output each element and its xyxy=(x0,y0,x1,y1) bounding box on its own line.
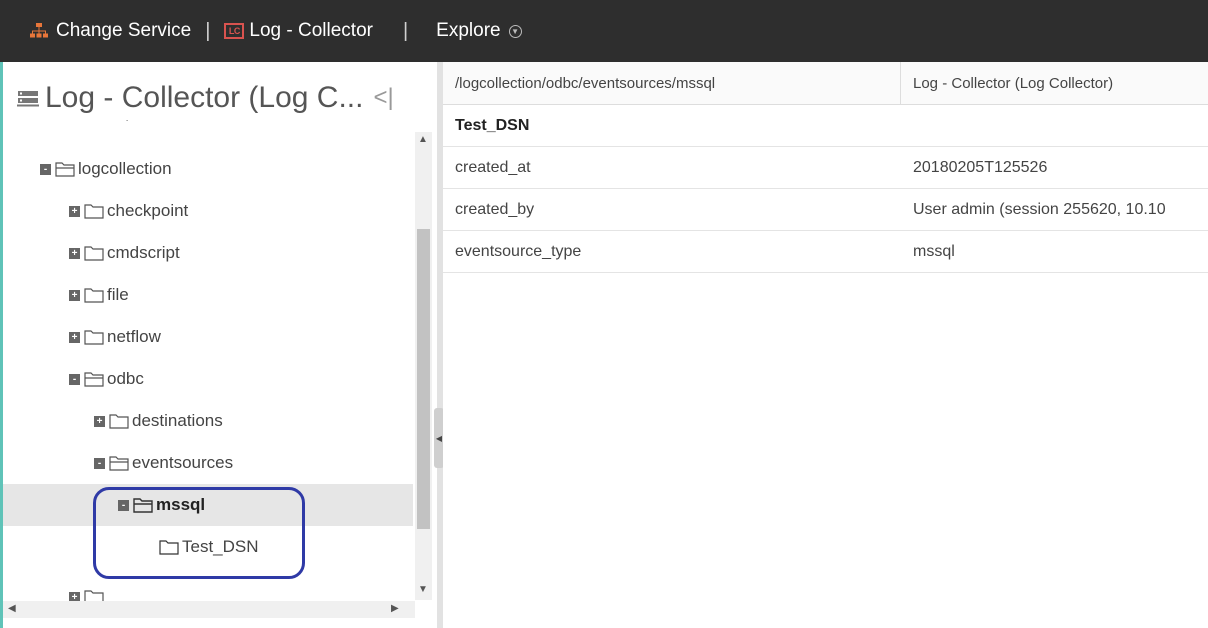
tree-node-destinations[interactable]: + destinations xyxy=(3,400,413,442)
expand-icon[interactable]: + xyxy=(69,247,80,259)
folder-closed-icon xyxy=(84,287,104,303)
tree-node-label: eventsources xyxy=(132,453,234,472)
tree-node-label: cmdscript xyxy=(107,243,180,262)
scroll-down-arrow-icon[interactable]: ▼ xyxy=(418,584,428,595)
collapse-icon[interactable]: - xyxy=(118,499,129,511)
expand-icon[interactable]: + xyxy=(69,205,80,217)
tree-node-netflow[interactable]: + netflow xyxy=(3,316,413,358)
property-value: 20180205T125526 xyxy=(913,158,1048,176)
folder-closed-icon xyxy=(84,203,104,219)
property-row[interactable]: created_by User admin (session 255620, 1… xyxy=(443,189,1208,231)
separator: | xyxy=(205,19,211,42)
explore-label: Explore xyxy=(436,20,501,41)
collapse-icon[interactable]: - xyxy=(94,457,105,469)
tree-node-label: mssql xyxy=(156,495,206,514)
expand-icon[interactable]: + xyxy=(94,415,105,427)
tree-node-partial[interactable]: + xyxy=(3,576,413,602)
property-key: created_at xyxy=(455,158,531,176)
tree-node-label: netflow xyxy=(107,327,161,346)
chevron-left-icon: ◀ xyxy=(435,433,443,443)
change-service-label: Change Service xyxy=(56,20,192,41)
separator: | xyxy=(402,19,409,42)
folder-closed-icon xyxy=(159,539,179,555)
property-key: eventsource_type xyxy=(455,242,582,260)
tree-vertical-scrollbar[interactable]: ▲ ▼ xyxy=(415,132,432,600)
service-column-header: Log - Collector (Log Collector) xyxy=(901,62,1208,105)
property-row[interactable]: created_at 20180205T125526 xyxy=(443,147,1208,189)
scrollbar-thumb[interactable] xyxy=(417,229,430,529)
tree-node-cmdscript[interactable]: + cmdscript xyxy=(3,232,413,274)
tree-node-eventsources[interactable]: - eventsources xyxy=(3,442,413,484)
tree-node-mssql[interactable]: - mssql xyxy=(3,484,413,526)
server-icon xyxy=(17,89,39,107)
property-row[interactable]: eventsource_type mssql xyxy=(443,231,1208,273)
network-icon xyxy=(30,23,48,39)
property-key: created_by xyxy=(455,200,535,218)
scroll-up-arrow-icon[interactable]: ▲ xyxy=(418,134,428,145)
property-value: User admin (session 255620, 10.10 xyxy=(913,200,1166,218)
log-collector-label: Log - Collector xyxy=(249,20,373,41)
property-value: mssql xyxy=(913,242,955,260)
tree-node-test-dsn[interactable]: Test_DSN xyxy=(3,526,413,568)
top-toolbar: Change Service | LC Log - Collector | Ex… xyxy=(0,0,1208,62)
tree-node-odbc[interactable]: - odbc xyxy=(3,358,413,400)
folder-closed-icon xyxy=(109,413,129,429)
tree-node-label: checkpoint xyxy=(107,201,189,220)
collapse-panel-button[interactable]: <| xyxy=(373,84,393,112)
folder-closed-icon xyxy=(84,329,104,345)
collapse-icon[interactable]: - xyxy=(40,163,51,175)
change-service-button[interactable]: Change Service xyxy=(0,0,191,62)
folder-closed-icon xyxy=(84,245,104,261)
folder-open-icon xyxy=(109,455,129,471)
tree-title-text: Log - Collector (Log C... xyxy=(45,81,364,114)
tree-node-label: destinations xyxy=(132,411,223,430)
node-properties-panel: /logcollection/odbc/eventsources/mssql L… xyxy=(443,62,1208,628)
tree-node-label: logcollection xyxy=(78,159,172,178)
explore-menu[interactable]: Explore ▼ xyxy=(436,0,522,62)
tree-node-file[interactable]: + file xyxy=(3,274,413,316)
expand-icon[interactable]: + xyxy=(69,331,80,343)
tree-node-logcollection[interactable]: - logcollection xyxy=(3,148,413,190)
chevron-down-circle-icon[interactable]: ▼ xyxy=(508,24,522,38)
tree-horizontal-scrollbar[interactable]: ◀ ▶ xyxy=(3,601,415,618)
lc-badge-icon: LC xyxy=(224,23,245,39)
folder-open-icon xyxy=(133,497,153,513)
tree-panel-title: Log - Collector (Log C... <| xyxy=(17,76,394,120)
tree-node-label: file xyxy=(107,285,129,304)
tree-node-label: event-processors xyxy=(78,120,208,122)
tree-node-event-processors[interactable]: + event-processors xyxy=(3,120,413,133)
path-column-header: /logcollection/odbc/eventsources/mssql xyxy=(443,62,901,105)
node-name-row: Test_DSN xyxy=(443,105,1208,147)
tree-node-checkpoint[interactable]: + checkpoint xyxy=(3,190,413,232)
tree-view: + event-processors - logcollection + che… xyxy=(3,120,413,602)
collapse-icon[interactable]: - xyxy=(69,373,80,385)
folder-open-icon xyxy=(55,161,75,177)
tree-node-label: odbc xyxy=(107,369,144,388)
log-collector-service-tab[interactable]: LC Log - Collector xyxy=(224,0,373,62)
scroll-right-arrow-icon[interactable]: ▶ xyxy=(391,603,399,614)
scroll-left-arrow-icon[interactable]: ◀ xyxy=(8,603,16,614)
expand-icon[interactable]: + xyxy=(69,289,80,301)
folder-open-icon xyxy=(84,371,104,387)
node-name: Test_DSN xyxy=(455,116,530,134)
tree-node-label: Test_DSN xyxy=(182,537,259,556)
node-tree-panel: Log - Collector (Log C... <| + event-pro… xyxy=(0,62,437,628)
